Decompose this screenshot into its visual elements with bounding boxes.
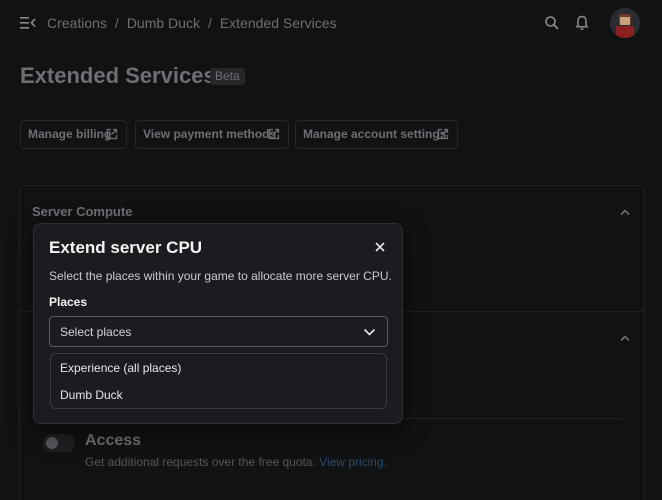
view-payment-methods-label: View payment methods <box>143 127 277 141</box>
access-toggle[interactable] <box>43 434 75 452</box>
breadcrumb-separator: / <box>114 15 119 31</box>
access-title: Access <box>85 432 142 449</box>
breadcrumb-separator: / <box>207 15 212 31</box>
manage-billing-label: Manage billing <box>28 127 112 141</box>
toggle-knob <box>46 437 58 449</box>
places-dropdown: Experience (all places) Dumb Duck <box>50 353 387 409</box>
page-title: Extended Services <box>20 63 216 88</box>
option-dumb-duck[interactable]: Dumb Duck <box>60 388 123 402</box>
chevron-down-icon <box>363 328 376 336</box>
places-select-placeholder: Select places <box>60 325 132 339</box>
manage-billing-button[interactable]: Manage billing <box>20 120 127 149</box>
breadcrumb-creations[interactable]: Creations <box>47 15 107 31</box>
bell-icon[interactable] <box>573 14 591 32</box>
beta-badge: Beta <box>210 68 245 85</box>
manage-account-settings-button[interactable]: Manage account settings <box>295 120 458 149</box>
top-bar: Creations / Dumb Duck / Extended Service… <box>0 0 662 46</box>
access-description-text: Get additional requests over the free qu… <box>85 455 320 469</box>
server-compute-title: Server Compute <box>32 204 133 219</box>
places-label: Places <box>49 295 88 309</box>
modal-title: Extend server CPU <box>49 238 203 257</box>
avatar[interactable] <box>610 8 640 38</box>
places-select[interactable]: Select places <box>49 316 388 347</box>
breadcrumb-game[interactable]: Dumb Duck <box>127 15 200 31</box>
breadcrumb-current: Extended Services <box>219 15 337 31</box>
search-icon[interactable] <box>543 14 561 32</box>
external-link-icon <box>268 128 280 140</box>
manage-account-settings-label: Manage account settings <box>303 127 447 141</box>
breadcrumb: Creations / Dumb Duck / Extended Service… <box>47 15 337 31</box>
chevron-up-icon[interactable] <box>619 334 631 342</box>
external-link-icon <box>106 128 118 140</box>
external-link-icon <box>437 128 449 140</box>
chevron-up-icon[interactable] <box>619 208 631 216</box>
access-description: Get additional requests over the free qu… <box>85 455 387 469</box>
extend-cpu-modal: Extend server CPU Select the places with… <box>33 223 403 424</box>
option-experience-all-places[interactable]: Experience (all places) <box>60 361 181 375</box>
modal-description: Select the places within your game to al… <box>49 269 392 283</box>
close-icon[interactable] <box>373 240 387 254</box>
view-pricing-link[interactable]: View pricing. <box>319 455 387 469</box>
view-payment-methods-button[interactable]: View payment methods <box>135 120 289 149</box>
menu-collapse-icon[interactable] <box>20 16 36 30</box>
avatar-image <box>610 8 640 38</box>
